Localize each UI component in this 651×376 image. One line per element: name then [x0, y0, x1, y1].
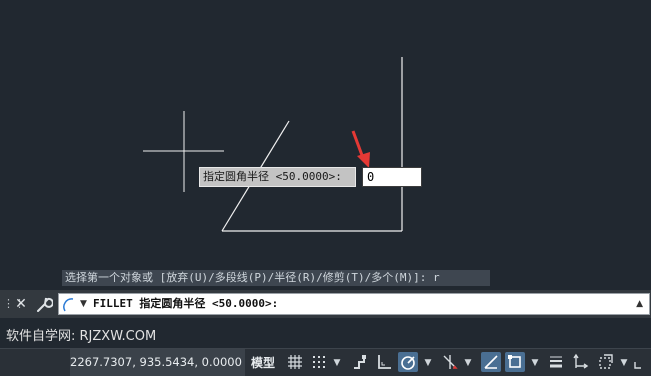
object-snap-tracking-icon[interactable]: [481, 352, 501, 372]
ortho-icon[interactable]: [374, 352, 394, 372]
isodraft-icon[interactable]: [440, 352, 460, 372]
red-arrow-icon: [351, 130, 370, 168]
grip-icon[interactable]: ⋮⋮: [3, 296, 25, 312]
recent-commands-dropdown-icon[interactable]: ▼: [80, 296, 87, 312]
snap-dropdown-icon[interactable]: ▼: [332, 353, 342, 373]
model-space-button[interactable]: 模型: [248, 353, 278, 373]
dynamic-input-field[interactable]: 0: [362, 167, 422, 187]
close-icon[interactable]: ✕: [13, 295, 29, 313]
isodraft-dropdown-icon[interactable]: ▼: [463, 353, 473, 373]
drawing-canvas[interactable]: 指定圆角半径 <50.0000>: 0 选择第一个对象或 [放弃(U)/多段线(…: [0, 0, 651, 290]
transparency-icon[interactable]: [570, 352, 590, 372]
status-bar: 2267.7307, 935.5434, 0.0000 模型 ▼ ▼ ▼ ▼ ▼: [0, 348, 651, 376]
watermark-text: 软件自学网: RJZXW.COM: [6, 329, 157, 344]
command-arc-icon: [63, 298, 74, 312]
selection-cycling-icon[interactable]: [596, 352, 616, 372]
object-snap-dropdown-icon[interactable]: ▼: [530, 353, 540, 373]
command-input[interactable]: ▼ FILLET 指定圆角半径 <50.0000>: ▲: [58, 293, 650, 315]
grid-icon[interactable]: [285, 352, 305, 372]
watermark-area: 软件自学网: RJZXW.COM: [0, 318, 651, 348]
history-up-icon[interactable]: ▲: [636, 295, 643, 313]
lineweight-icon[interactable]: [546, 352, 566, 372]
polar-icon[interactable]: [398, 352, 418, 372]
drawing-geometry: [143, 57, 403, 232]
command-prompt-text: FILLET 指定圆角半径 <50.0000>:: [93, 297, 279, 310]
polar-dropdown-icon[interactable]: ▼: [423, 353, 433, 373]
3d-object-snap-icon[interactable]: [632, 352, 651, 372]
wrench-icon[interactable]: [35, 294, 54, 314]
snap-icon[interactable]: [309, 352, 329, 372]
object-snap-icon[interactable]: [505, 352, 525, 372]
command-history-line: 选择第一个对象或 [放弃(U)/多段线(P)/半径(R)/修剪(T)/多个(M)…: [62, 270, 490, 286]
dynamic-prompt-label: 指定圆角半径 <50.0000>:: [199, 167, 356, 187]
coordinates-readout[interactable]: 2267.7307, 935.5434, 0.0000: [70, 349, 245, 376]
command-line-bar: ⋮⋮ ✕ ▼ FILLET 指定圆角半径 <50.0000>: ▲: [0, 290, 651, 318]
selection-dropdown-icon[interactable]: ▼: [619, 353, 629, 373]
infer-icon[interactable]: [350, 352, 370, 372]
